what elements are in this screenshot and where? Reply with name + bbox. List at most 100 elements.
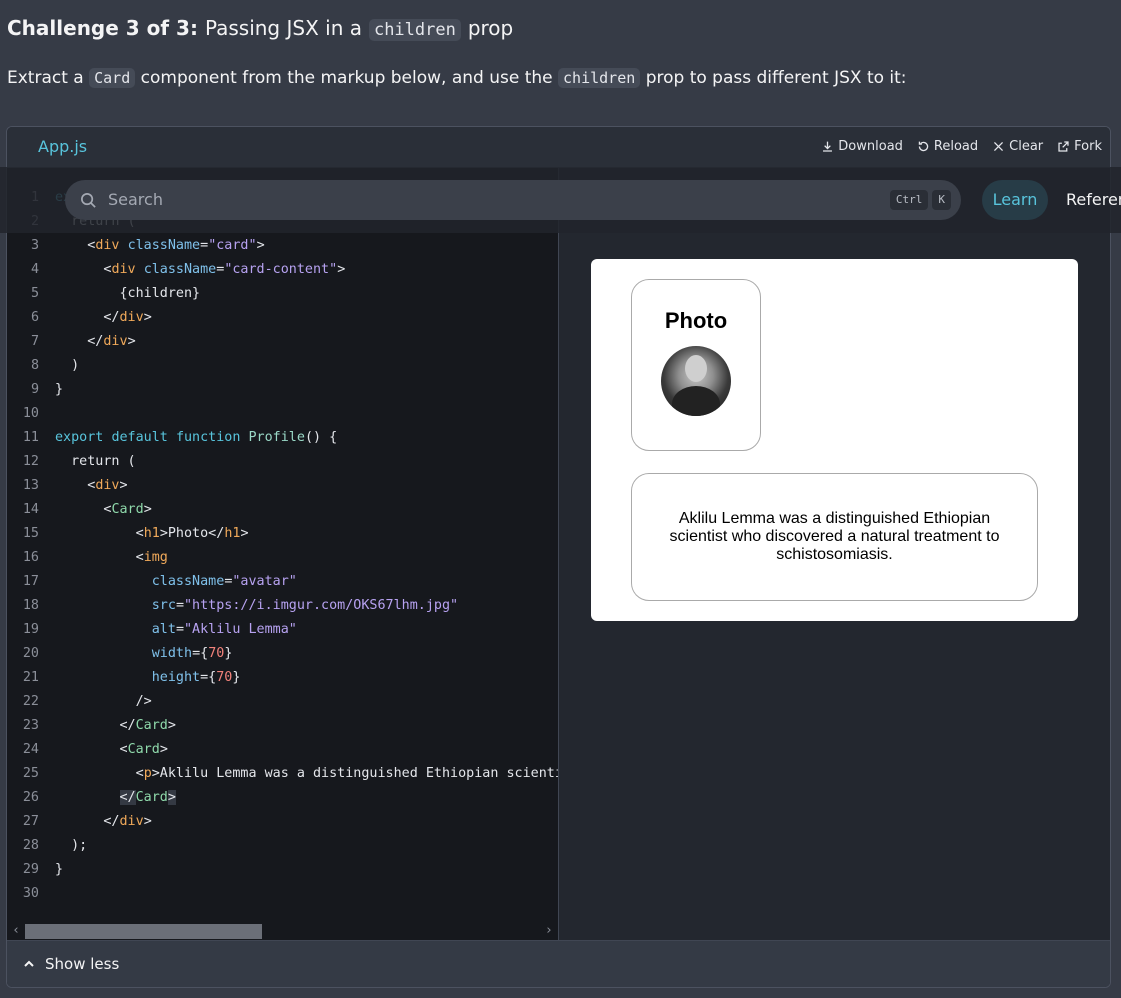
code-token: div xyxy=(95,238,120,253)
code-token: > xyxy=(119,478,128,493)
code-token: src xyxy=(151,598,176,613)
editor-horizontal-scrollbar[interactable]: ‹ › xyxy=(7,922,558,940)
code-token: 70 xyxy=(216,670,233,685)
code-line[interactable]: 26 </Card> xyxy=(7,786,558,810)
code-line[interactable]: 16 <img xyxy=(7,546,558,570)
code-line[interactable]: 13 <div> xyxy=(7,474,558,498)
code-token: ); xyxy=(55,838,88,853)
intro-code-card: Card xyxy=(89,68,136,88)
code-token: "avatar" xyxy=(232,574,297,589)
line-number: 30 xyxy=(22,886,39,901)
code-line[interactable]: 28 ); xyxy=(7,834,558,858)
code-line[interactable]: 14 <Card> xyxy=(7,498,558,522)
search-input[interactable]: Search Ctrl K xyxy=(65,180,961,220)
code-token: > xyxy=(256,238,265,253)
preview-frame: Photo Aklilu Lemma was a distinguished E… xyxy=(591,259,1078,621)
code-token: Profile xyxy=(248,430,305,445)
code-sandbox: App.js Download Reload Clear Fork 1expor… xyxy=(6,126,1111,988)
code-token: > xyxy=(167,790,176,805)
code-line[interactable]: 30 xyxy=(7,882,558,906)
line-number: 21 xyxy=(22,670,39,685)
code-token: Card xyxy=(135,718,168,733)
code-line[interactable]: 5 {children} xyxy=(7,282,558,306)
code-line[interactable]: 6 </div> xyxy=(7,306,558,330)
code-token: < xyxy=(55,742,128,757)
challenge-prefix: Challenge 3 of 3: xyxy=(7,16,198,40)
line-number: 25 xyxy=(22,766,39,781)
code-token: } xyxy=(232,670,241,685)
line-number: 22 xyxy=(22,694,39,709)
search-shortcut: Ctrl K xyxy=(889,190,951,210)
code-line[interactable]: 4 <div className="card-content"> xyxy=(7,258,558,282)
code-token: function xyxy=(175,430,249,445)
code-token: export xyxy=(55,430,112,445)
intro-text-1: Extract a xyxy=(7,68,84,88)
show-less-button[interactable]: Show less xyxy=(7,940,1110,987)
code-line[interactable]: 25 <p>Aklilu Lemma was a distinguished E… xyxy=(7,762,558,786)
code-token: </ xyxy=(119,790,136,805)
code-line[interactable]: 10 xyxy=(7,402,558,426)
code-line[interactable]: 29} xyxy=(7,858,558,882)
line-number: 4 xyxy=(30,262,39,277)
scroll-left-icon[interactable]: ‹ xyxy=(9,922,23,940)
nav-learn[interactable]: Learn xyxy=(982,180,1048,220)
scroll-right-icon[interactable]: › xyxy=(542,922,556,940)
code-token: = xyxy=(175,598,184,613)
scrollbar-thumb[interactable] xyxy=(25,924,262,939)
code-token: /> xyxy=(55,694,152,709)
code-line[interactable]: 7 </div> xyxy=(7,330,558,354)
clear-button[interactable]: Clear xyxy=(992,139,1043,154)
line-number: 14 xyxy=(22,502,39,517)
nav-reference[interactable]: Reference xyxy=(1066,180,1121,220)
code-line[interactable]: 20 width={70} xyxy=(7,642,558,666)
code-token: </ xyxy=(55,334,104,349)
code-line[interactable]: 11 export default function Profile() { xyxy=(7,426,558,450)
code-token: alt xyxy=(151,622,176,637)
code-token: </ xyxy=(55,814,120,829)
reload-button[interactable]: Reload xyxy=(917,139,978,154)
close-icon xyxy=(994,141,1004,152)
reload-icon xyxy=(918,141,929,152)
code-line[interactable]: 15 <h1>Photo</h1> xyxy=(7,522,558,546)
code-token: ={ xyxy=(200,670,217,685)
code-token: } xyxy=(55,862,64,877)
line-number: 11 xyxy=(22,430,39,445)
fork-button[interactable]: Fork xyxy=(1057,139,1102,154)
code-line[interactable]: 21 height={70} xyxy=(7,666,558,690)
code-editor[interactable]: 1export function Card({children}) {2 ret… xyxy=(7,168,559,940)
code-line[interactable]: 24 <Card> xyxy=(7,738,558,762)
code-line[interactable]: 8 ) xyxy=(7,354,558,378)
code-line[interactable]: 23 </Card> xyxy=(7,714,558,738)
line-number: 20 xyxy=(22,646,39,661)
code-line[interactable]: 19 alt="Aklilu Lemma" xyxy=(7,618,558,642)
line-number: 12 xyxy=(22,454,39,469)
code-line[interactable]: 17 className="avatar" xyxy=(7,570,558,594)
code-token: < xyxy=(55,478,96,493)
download-button[interactable]: Download xyxy=(821,139,903,154)
line-number: 18 xyxy=(22,598,39,613)
line-number: 7 xyxy=(30,334,39,349)
code-line[interactable]: 3 <div className="card"> xyxy=(7,234,558,258)
code-token: </ xyxy=(55,718,136,733)
sandbox-tab-bar: App.js Download Reload Clear Fork xyxy=(7,127,1110,168)
code-line[interactable]: 12 return ( xyxy=(7,450,558,474)
code-token: () { xyxy=(304,430,338,445)
intro-text-2: component from the markup below, and use… xyxy=(140,68,553,88)
bio-text: Aklilu Lemma was a distinguished Ethiopi… xyxy=(669,510,1000,563)
code-token: p xyxy=(143,766,152,781)
code-token: className xyxy=(127,238,201,253)
code-line[interactable]: 22 /> xyxy=(7,690,558,714)
code-line[interactable]: 9} xyxy=(7,378,558,402)
code-token: 70 xyxy=(208,646,225,661)
code-line[interactable]: 18 src="https://i.imgur.com/OKS67lhm.jpg… xyxy=(7,594,558,618)
tab-app-js[interactable]: App.js xyxy=(38,137,87,156)
code-token: Card xyxy=(127,742,160,757)
code-token: div xyxy=(103,334,128,349)
line-number: 24 xyxy=(22,742,39,757)
code-token: < xyxy=(55,502,112,517)
code-line[interactable]: 27 </div> xyxy=(7,810,558,834)
